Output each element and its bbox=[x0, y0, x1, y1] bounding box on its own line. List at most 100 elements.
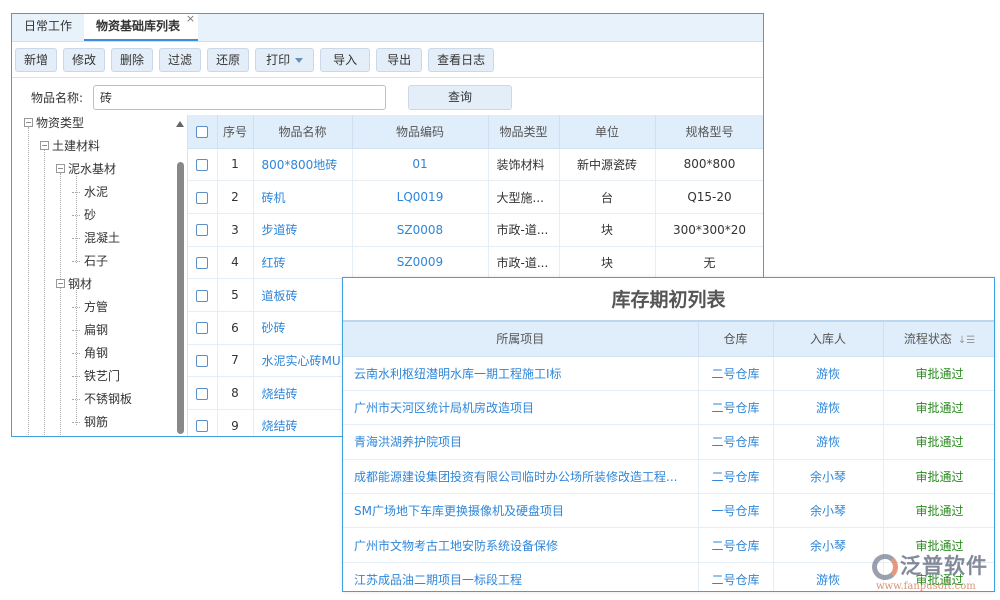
col-unit[interactable]: 单位 bbox=[559, 115, 655, 148]
col-code[interactable]: 物品编码 bbox=[352, 115, 488, 148]
row-checkbox[interactable] bbox=[188, 246, 217, 279]
project-link[interactable]: SM广场地下车库更换摄像机及硬盘项目 bbox=[343, 494, 698, 528]
table-row[interactable]: 1 800*800地砖 01 装饰材料 新中源瓷砖 800*800 bbox=[188, 148, 764, 181]
tree-leaf[interactable]: 方管 bbox=[84, 298, 108, 315]
warehouse[interactable]: 二号仓库 bbox=[698, 562, 773, 592]
table-row[interactable]: 3 步道砖 SZ0008 市政-道... 块 300*300*20 bbox=[188, 213, 764, 246]
tree-leaf[interactable]: 钢筋 bbox=[84, 413, 108, 430]
table-row[interactable]: 云南水利枢纽潜明水库一期工程施工I标 二号仓库 游恢 审批通过 bbox=[343, 356, 995, 390]
warehouse[interactable]: 二号仓库 bbox=[698, 425, 773, 459]
item-name-link[interactable]: 步道砖 bbox=[253, 213, 352, 246]
tree-node-steel[interactable]: −钢材 bbox=[56, 275, 92, 292]
project-link[interactable]: 广州市文物考古工地安防系统设备保修 bbox=[343, 528, 698, 562]
collapse-icon[interactable]: − bbox=[56, 279, 65, 288]
project-link[interactable]: 青海洪湖养护院项目 bbox=[343, 425, 698, 459]
edit-button[interactable]: 修改 bbox=[63, 48, 105, 72]
item-name-link[interactable]: 800*800地砖 bbox=[253, 148, 352, 181]
tree-scrollbar[interactable] bbox=[177, 162, 184, 434]
item-name-link[interactable]: 砖机 bbox=[253, 181, 352, 214]
receiver[interactable]: 余小琴 bbox=[773, 459, 883, 493]
row-checkbox[interactable] bbox=[188, 148, 217, 181]
tree-node-masonry[interactable]: −泥水基材 bbox=[56, 160, 116, 177]
select-all-checkbox[interactable] bbox=[188, 115, 217, 148]
tree-leaf[interactable]: 砂 bbox=[84, 206, 96, 223]
col-warehouse[interactable]: 仓库 bbox=[698, 322, 773, 356]
project-link[interactable]: 成都能源建设集团投资有限公司临时办公场所装修改造工程... bbox=[343, 459, 698, 493]
tree-label: 铁艺门 bbox=[84, 367, 120, 384]
row-checkbox[interactable] bbox=[188, 344, 217, 377]
warehouse[interactable]: 二号仓库 bbox=[698, 459, 773, 493]
tab-daily-work[interactable]: 日常工作 bbox=[12, 13, 84, 41]
warehouse[interactable]: 一号仓库 bbox=[698, 494, 773, 528]
tab-material-library[interactable]: 物资基础库列表× bbox=[84, 13, 198, 41]
collapse-icon[interactable]: − bbox=[40, 141, 49, 150]
col-spec[interactable]: 规格型号 bbox=[655, 115, 764, 148]
item-name-link[interactable]: 砂砖 bbox=[253, 311, 352, 344]
tree-leaf[interactable]: 角钢 bbox=[84, 344, 108, 361]
col-name[interactable]: 物品名称 bbox=[253, 115, 352, 148]
col-type[interactable]: 物品类型 bbox=[488, 115, 559, 148]
item-name-link[interactable]: 烧结砖 bbox=[253, 377, 352, 410]
row-checkbox[interactable] bbox=[188, 213, 217, 246]
item-name-link[interactable]: 烧结砖 bbox=[253, 410, 352, 438]
print-button[interactable]: 打印 bbox=[255, 48, 314, 72]
tree-leaf[interactable]: 不锈钢板 bbox=[84, 390, 132, 407]
receiver[interactable]: 游恢 bbox=[773, 390, 883, 424]
receiver[interactable]: 游恢 bbox=[773, 425, 883, 459]
item-name-link[interactable]: 红砖 bbox=[253, 246, 352, 279]
item-code-link[interactable]: SZ0009 bbox=[352, 246, 488, 279]
import-button[interactable]: 导入 bbox=[320, 48, 370, 72]
item-name-link[interactable]: 道板砖 bbox=[253, 279, 352, 312]
row-checkbox[interactable] bbox=[188, 181, 217, 214]
project-link[interactable]: 云南水利枢纽潜明水库一期工程施工I标 bbox=[343, 356, 698, 390]
view-log-button[interactable]: 查看日志 bbox=[428, 48, 494, 72]
warehouse[interactable]: 二号仓库 bbox=[698, 528, 773, 562]
col-status[interactable]: 流程状态↓☰ bbox=[883, 322, 995, 356]
col-receiver[interactable]: 入库人 bbox=[773, 322, 883, 356]
delete-button[interactable]: 删除 bbox=[111, 48, 153, 72]
warehouse[interactable]: 二号仓库 bbox=[698, 356, 773, 390]
item-code-link[interactable]: LQ0019 bbox=[352, 181, 488, 214]
receiver[interactable]: 余小琴 bbox=[773, 494, 883, 528]
tree-node-civil-materials[interactable]: −土建材料 bbox=[40, 137, 100, 154]
collapse-icon[interactable]: − bbox=[24, 118, 33, 127]
scroll-up-arrow-icon[interactable] bbox=[176, 121, 184, 127]
table-row[interactable]: 2 砖机 LQ0019 大型施... 台 Q15-20 bbox=[188, 181, 764, 214]
receiver[interactable]: 游恢 bbox=[773, 562, 883, 592]
row-checkbox[interactable] bbox=[188, 311, 217, 344]
row-checkbox[interactable] bbox=[188, 279, 217, 312]
collapse-icon[interactable]: − bbox=[56, 164, 65, 173]
tree-leaf[interactable]: 扁钢 bbox=[84, 321, 108, 338]
col-project[interactable]: 所属项目 bbox=[343, 322, 698, 356]
table-row[interactable]: SM广场地下车库更换摄像机及硬盘项目 一号仓库 余小琴 审批通过 bbox=[343, 494, 995, 528]
item-name-link[interactable]: 水泥实心砖MU bbox=[253, 344, 352, 377]
item-name-input[interactable]: 砖 bbox=[93, 85, 386, 110]
table-row[interactable]: 青海洪湖养护院项目 二号仓库 游恢 审批通过 bbox=[343, 425, 995, 459]
project-link[interactable]: 江苏成品油二期项目一标段工程 bbox=[343, 562, 698, 592]
item-unit: 台 bbox=[559, 181, 655, 214]
receiver[interactable]: 余小琴 bbox=[773, 528, 883, 562]
col-index[interactable]: 序号 bbox=[217, 115, 253, 148]
project-link[interactable]: 广州市天河区统计局机房改造项目 bbox=[343, 390, 698, 424]
table-row[interactable]: 广州市天河区统计局机房改造项目 二号仓库 游恢 审批通过 bbox=[343, 390, 995, 424]
tree-leaf[interactable]: 混凝土 bbox=[84, 229, 120, 246]
item-code-link[interactable]: SZ0008 bbox=[352, 213, 488, 246]
warehouse[interactable]: 二号仓库 bbox=[698, 390, 773, 424]
row-checkbox[interactable] bbox=[188, 410, 217, 438]
query-button[interactable]: 查询 bbox=[408, 85, 512, 110]
restore-button[interactable]: 还原 bbox=[207, 48, 249, 72]
item-code-link[interactable]: 01 bbox=[352, 148, 488, 181]
tree-leaf[interactable]: 石子 bbox=[84, 252, 108, 269]
tree-leaf[interactable]: 水泥 bbox=[84, 183, 108, 200]
tree-node-material-types[interactable]: −物资类型 bbox=[24, 115, 84, 131]
row-checkbox[interactable] bbox=[188, 377, 217, 410]
close-icon[interactable]: × bbox=[186, 13, 195, 32]
sort-icon[interactable]: ↓☰ bbox=[958, 335, 975, 346]
tree-leaf[interactable]: 铁艺门 bbox=[84, 367, 120, 384]
export-button[interactable]: 导出 bbox=[376, 48, 422, 72]
receiver[interactable]: 游恢 bbox=[773, 356, 883, 390]
table-row[interactable]: 成都能源建设集团投资有限公司临时办公场所装修改造工程... 二号仓库 余小琴 审… bbox=[343, 459, 995, 493]
filter-button[interactable]: 过滤 bbox=[159, 48, 201, 72]
add-button[interactable]: 新增 bbox=[15, 48, 57, 72]
table-row[interactable]: 4 红砖 SZ0009 市政-道... 块 无 bbox=[188, 246, 764, 279]
